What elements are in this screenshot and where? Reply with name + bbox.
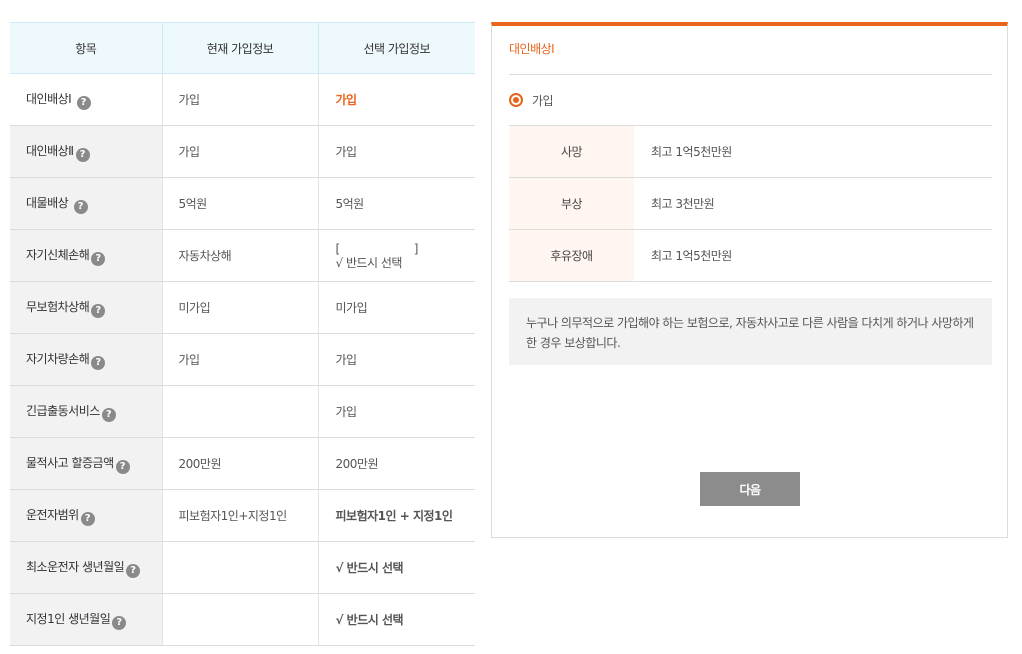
row-selected[interactable]: 200만원 [317,437,475,490]
help-icon[interactable]: ? [91,251,106,266]
table-row[interactable]: 물적사고 할증금액? 200만원 200만원 [10,437,475,490]
row-current: 피보험자1인+지정1인 [161,489,318,542]
help-icon[interactable]: ? [76,95,91,110]
benefit-table: 사망 최고 1억5천만원 부상 최고 3천만원 후유장애 최고 1억5천만원 [509,125,992,282]
benefit-row: 사망 최고 1억5천만원 [509,125,992,178]
row-item-label: 운전자범위 [26,507,79,522]
table-row[interactable]: 자기신체손해? 자동차상해 [] √ 반드시 선택 [10,229,476,282]
row-item-label: 물적사고 할증금액 [26,455,114,470]
radio-selected-icon[interactable] [509,93,523,107]
table-row[interactable]: 대인배상Ⅱ? 가입 가입 [10,125,475,178]
bracket-open: [ [335,241,341,256]
row-item-label: 대인배상Ⅰ [26,91,72,106]
bracket-close: ] [413,241,419,256]
row-selected[interactable]: 피보험자1인 + 지정1인 [317,489,475,542]
row-item: 물적사고 할증금액? [10,437,162,490]
row-current [161,541,318,594]
row-selected[interactable]: 가입 [317,73,475,126]
row-item: 운전자범위? [10,489,162,542]
help-icon[interactable]: ? [112,615,127,630]
help-icon[interactable]: ? [73,199,88,214]
benefit-value: 최고 1억5천만원 [634,125,992,178]
row-current: 가입 [161,125,318,178]
row-item: 자기신체손해? [10,229,162,282]
option-label: 가입 [532,93,554,108]
row-selected[interactable]: 미가입 [317,281,475,334]
row-current: 5억원 [161,177,318,230]
row-current: 자동차상해 [161,229,318,282]
header-item: 항목 [10,22,162,74]
row-current: 미가입 [161,281,318,334]
benefit-row: 부상 최고 3천만원 [509,177,992,230]
table-row[interactable]: 자기차량손해? 가입 가입 [10,333,475,386]
row-item-label: 자기신체손해 [26,247,90,262]
row-selected[interactable]: √ 반드시 선택 [317,541,475,594]
benefit-row: 후유장애 최고 1억5천만원 [509,229,992,282]
row-current [161,593,318,646]
row-item: 무보험차상해? [10,281,162,334]
row-current [161,385,318,438]
table-row[interactable]: 대인배상Ⅰ ? 가입 가입 [10,73,475,126]
row-item: 긴급출동서비스? [10,385,162,438]
row-current: 가입 [161,333,318,386]
row-selected[interactable]: 5억원 [317,177,475,230]
row-current: 200만원 [161,437,318,490]
row-item: 대물배상 ? [10,177,162,230]
next-button[interactable]: 다음 [700,472,800,506]
table-row[interactable]: 지정1인 생년월일? √ 반드시 선택 [10,593,475,646]
benefit-value: 최고 3천만원 [634,177,992,230]
table-header-row: 항목 현재 가입정보 선택 가입정보 [10,22,475,74]
benefit-label: 부상 [509,177,634,230]
table-row[interactable]: 최소운전자 생년월일? √ 반드시 선택 [10,541,475,594]
coverage-table: 항목 현재 가입정보 선택 가입정보 대인배상Ⅰ ? 가입 가입 대인배상Ⅱ? … [10,22,475,646]
row-selected[interactable]: 가입 [317,333,475,386]
benefit-label: 사망 [509,125,634,178]
row-item-label: 최소운전자 생년월일 [26,559,125,574]
panel-divider [509,74,992,75]
row-item: 자기차량손해? [10,333,162,386]
header-selected: 선택 가입정보 [317,22,475,74]
header-current: 현재 가입정보 [161,22,318,74]
help-icon[interactable]: ? [115,459,130,474]
row-selected[interactable]: 가입 [317,385,475,438]
table-row[interactable]: 대물배상 ? 5억원 5억원 [10,177,475,230]
row-selected[interactable]: [] √ 반드시 선택 [317,229,476,282]
help-icon[interactable]: ? [101,407,116,422]
table-row[interactable]: 긴급출동서비스? 가입 [10,385,475,438]
row-item-label: 지정1인 생년월일 [26,611,111,626]
help-icon[interactable]: ? [91,355,106,370]
selection-bracket[interactable]: [] [336,242,476,256]
help-icon[interactable]: ? [126,563,141,578]
row-item: 지정1인 생년월일? [10,593,162,646]
table-row[interactable]: 무보험차상해? 미가입 미가입 [10,281,475,334]
row-item-label: 대물배상 [26,195,69,210]
coverage-detail-panel: 대인배상Ⅰ 가입 사망 최고 1억5천만원 부상 최고 3천만원 후유장애 최고… [491,22,1008,538]
row-selected[interactable]: √ 반드시 선택 [317,593,475,646]
table-row[interactable]: 운전자범위? 피보험자1인+지정1인 피보험자1인 + 지정1인 [10,489,475,542]
help-icon[interactable]: ? [75,147,90,162]
row-item: 대인배상Ⅰ ? [10,73,162,126]
option-radio-row[interactable]: 가입 [509,92,554,108]
panel-title: 대인배상Ⅰ [509,42,555,56]
row-item-label: 대인배상Ⅱ [26,143,74,158]
row-item-label: 무보험차상해 [26,299,90,314]
row-selected[interactable]: 가입 [317,125,475,178]
row-item-label: 자기차량손해 [26,351,90,366]
must-select-note: √ 반드시 선택 [335,255,403,270]
row-item: 대인배상Ⅱ? [10,125,162,178]
row-current: 가입 [161,73,318,126]
row-item: 최소운전자 생년월일? [10,541,162,594]
benefit-value: 최고 1억5천만원 [634,229,992,282]
coverage-description: 누구나 의무적으로 가입해야 하는 보험으로, 자동차사고로 다른 사람을 다치… [509,298,992,365]
row-item-label: 긴급출동서비스 [26,403,100,418]
help-icon[interactable]: ? [91,303,106,318]
help-icon[interactable]: ? [80,511,95,526]
benefit-label: 후유장애 [509,229,634,282]
